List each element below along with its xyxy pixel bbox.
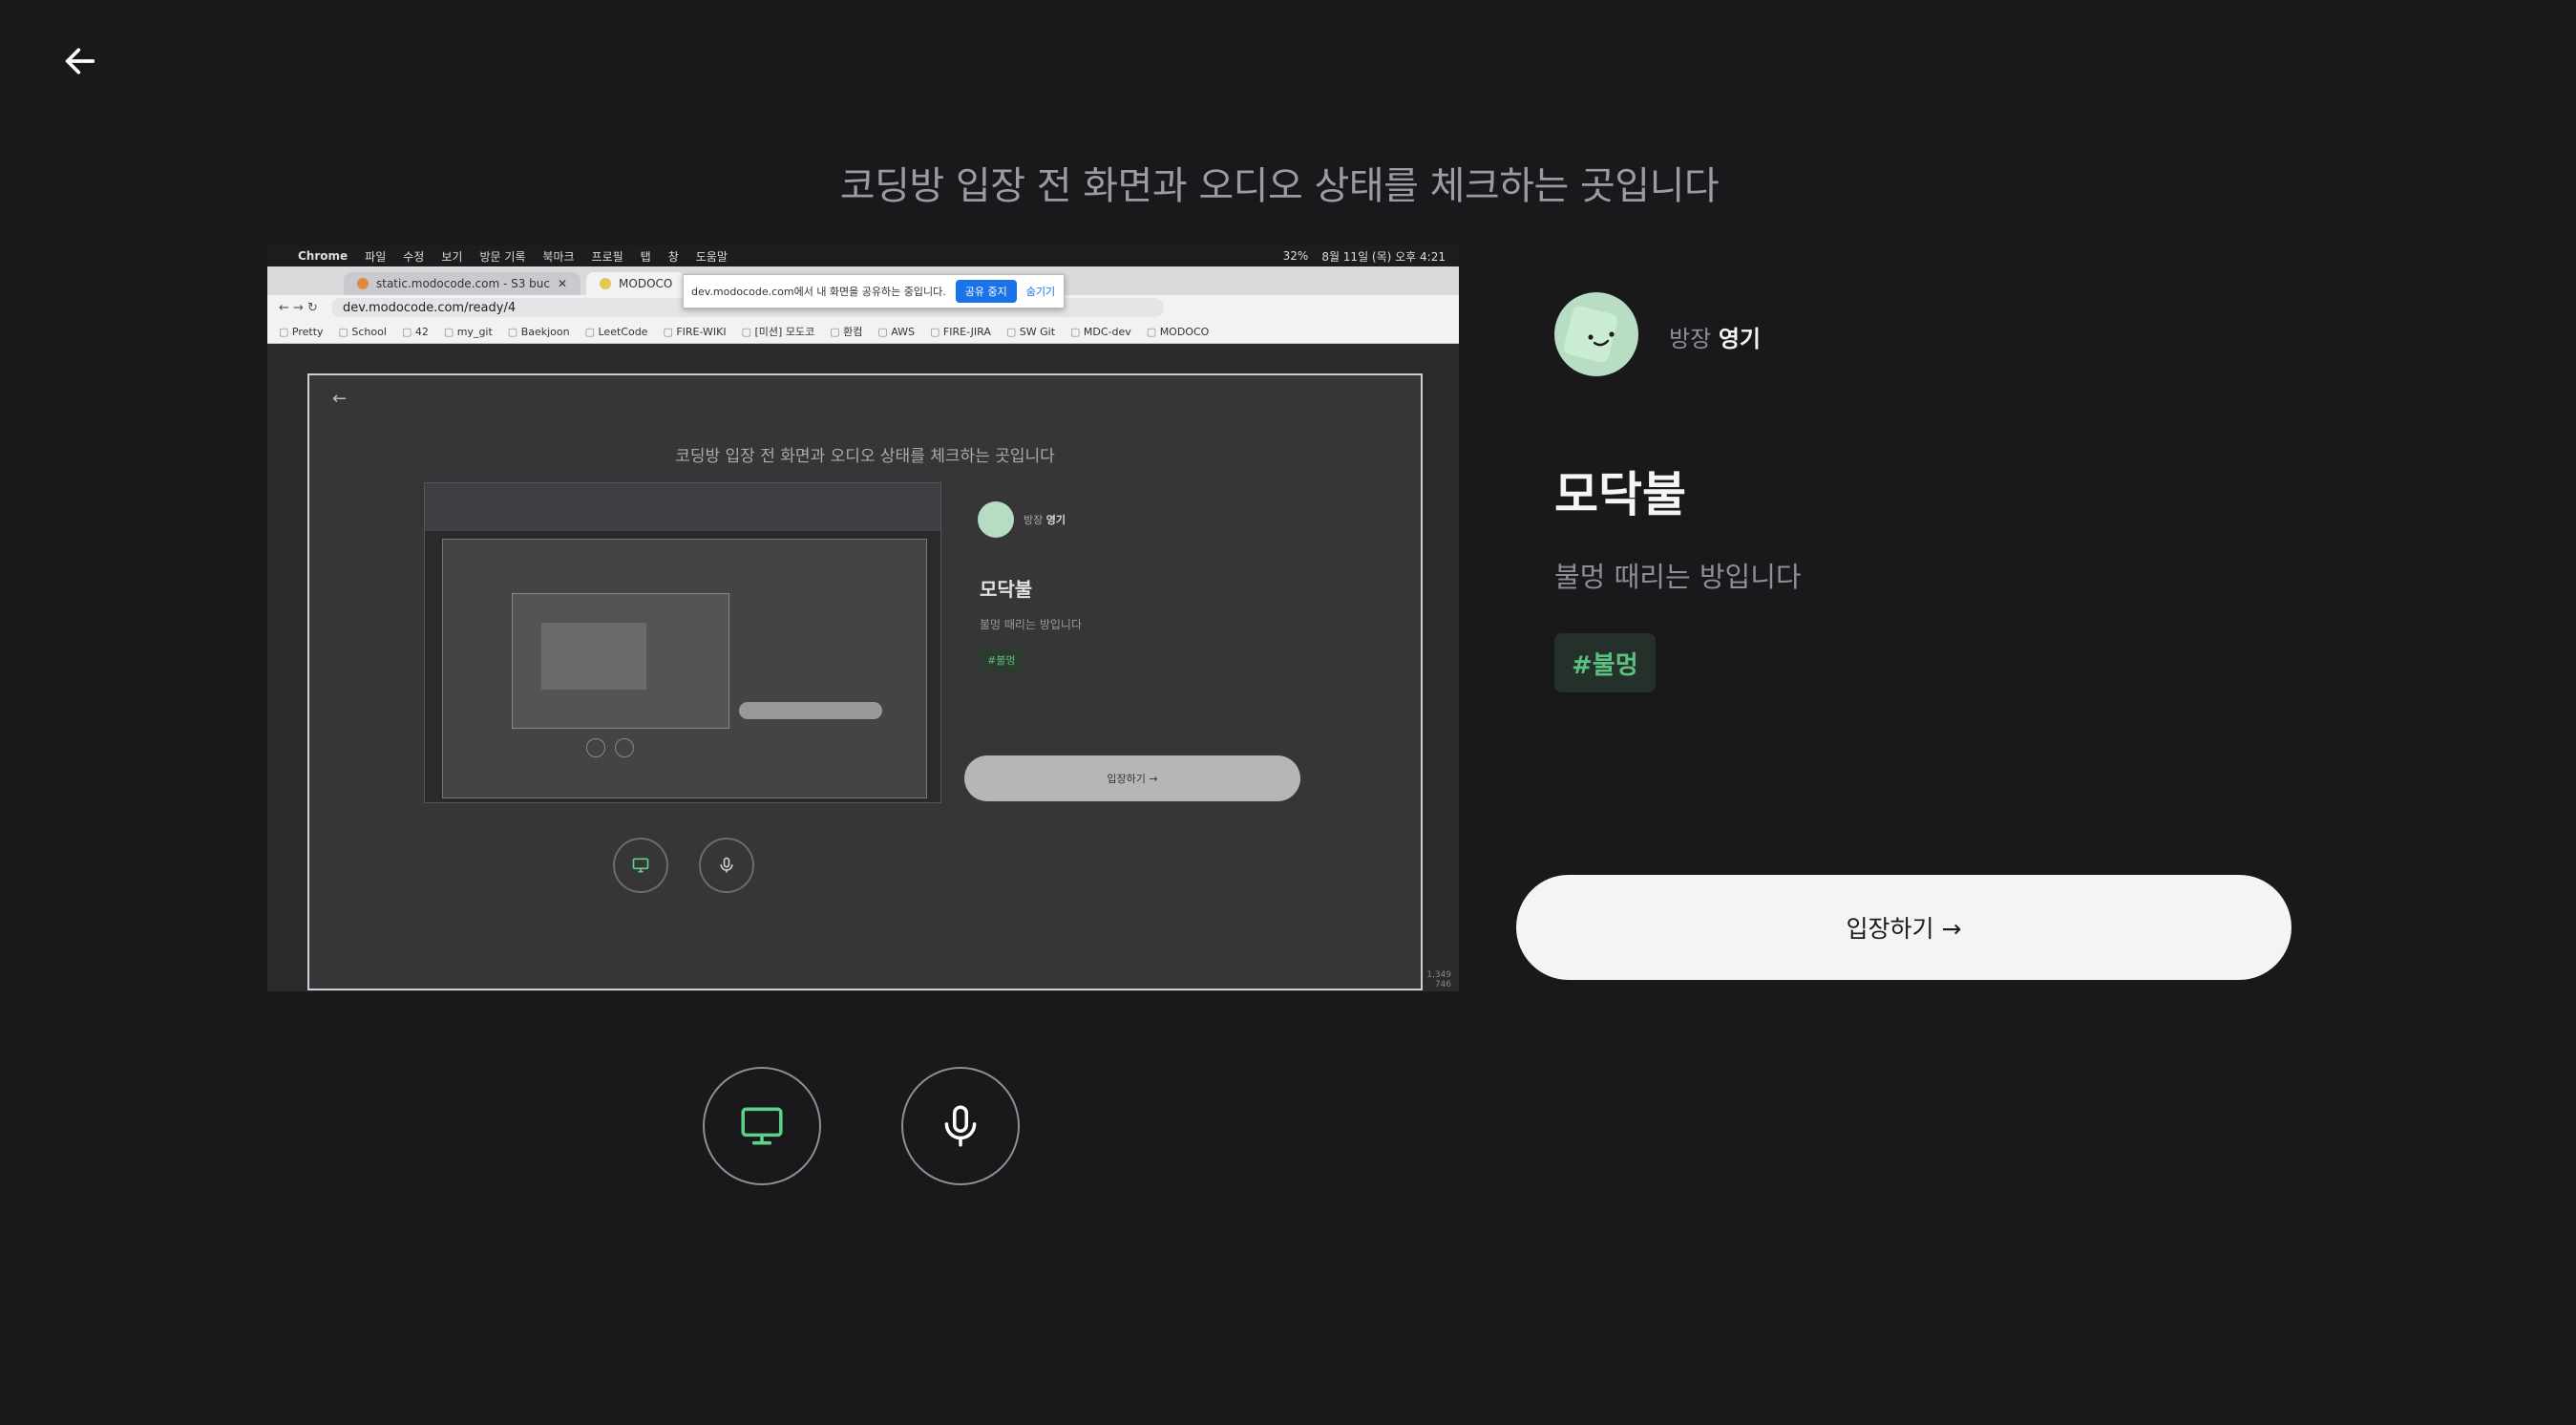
inner-host-name: 영기 bbox=[1045, 514, 1066, 526]
mac-menubar: Chrome 파일 수정 보기 방문 기록 북마크 프로필 탭 창 도움말 32… bbox=[267, 245, 1459, 266]
clock-text: 8월 11일 (목) 오후 4:21 bbox=[1321, 249, 1446, 264]
room-name: 모닥불 bbox=[1554, 467, 1686, 522]
host-name: 영기 bbox=[1718, 326, 1761, 352]
screen-preview: Chrome 파일 수정 보기 방문 기록 북마크 프로필 탭 창 도움말 32… bbox=[267, 245, 1459, 991]
inner-tag: #불멍 bbox=[980, 647, 1024, 673]
menu-item: 보기 bbox=[441, 249, 463, 264]
screen-share-toggle[interactable] bbox=[703, 1067, 821, 1185]
inner-screenshot bbox=[424, 482, 941, 803]
host-avatar bbox=[1554, 292, 1638, 376]
menubar-app: Chrome bbox=[298, 249, 348, 263]
menu-item: 수정 bbox=[403, 249, 425, 264]
resolution-height: 746 bbox=[1434, 980, 1451, 989]
menu-item: 도움말 bbox=[695, 249, 728, 264]
battery-text: 32% bbox=[1282, 249, 1309, 263]
inner-page: ← 코딩방 입장 전 화면과 오디오 상태를 체크하는 곳입니다 방장 영기 모… bbox=[307, 373, 1423, 990]
inner-back-icon: ← bbox=[332, 389, 348, 409]
room-description: 불멍 때리는 방입니다 bbox=[1554, 561, 1802, 593]
bookmark: School bbox=[339, 326, 387, 338]
inner-monitor-icon bbox=[613, 838, 668, 893]
bookmark: FIRE-JIRA bbox=[930, 326, 991, 338]
inner-host: 방장 영기 bbox=[978, 501, 1066, 538]
bookmark: Pretty bbox=[279, 326, 324, 338]
monitor-icon bbox=[741, 1107, 783, 1145]
bookmark: 환컴 bbox=[830, 324, 862, 339]
inner-room-name: 모닥불 bbox=[980, 578, 1033, 601]
share-popup: dev.modocode.com에서 내 화면을 공유하는 중입니다. 공유 중… bbox=[683, 274, 1065, 308]
inner-microphone-icon bbox=[699, 838, 754, 893]
microphone-toggle[interactable] bbox=[901, 1067, 1020, 1185]
bookmark: FIRE-WIKI bbox=[663, 326, 726, 338]
enter-room-button[interactable]: 입장하기 → bbox=[1516, 875, 2291, 980]
stop-sharing-button: 공유 중지 bbox=[955, 280, 1017, 303]
bookmark: my_git bbox=[444, 326, 493, 338]
hide-button: 숨기기 bbox=[1025, 286, 1056, 298]
bookmark: 42 bbox=[402, 326, 429, 338]
room-tag: #불멍 bbox=[1554, 633, 1656, 692]
share-message: dev.modocode.com에서 내 화면을 공유하는 중입니다. bbox=[691, 286, 946, 298]
browser-tab: static.modocode.com - S3 buc ✕ bbox=[344, 272, 581, 295]
bookmark: AWS bbox=[877, 326, 915, 338]
inner-avatar bbox=[978, 501, 1014, 538]
inner-title: 코딩방 입장 전 화면과 오디오 상태를 체크하는 곳입니다 bbox=[675, 447, 1055, 466]
host-label-text: 방장 bbox=[1669, 326, 1712, 352]
inner-enter-button: 입장하기 → bbox=[964, 755, 1300, 801]
menu-item: 북마크 bbox=[542, 249, 575, 264]
tab-label: static.modocode.com - S3 buc bbox=[376, 277, 550, 290]
avatar-face-icon bbox=[1564, 306, 1617, 363]
arrow-left-icon bbox=[65, 48, 95, 74]
resolution-width: 1,349 bbox=[1426, 970, 1451, 980]
menu-item: 프로필 bbox=[591, 249, 623, 264]
tab-label: MODOCO bbox=[619, 277, 673, 290]
bookmark: SW Git bbox=[1006, 326, 1055, 338]
inner-host-label: 방장 bbox=[1024, 514, 1044, 526]
menu-item: 창 bbox=[667, 249, 679, 264]
browser-tabs: static.modocode.com - S3 buc ✕ MODOCO de… bbox=[267, 266, 1459, 308]
microphone-icon bbox=[944, 1105, 977, 1147]
bookmarks-bar: Pretty School 42 my_git Baekjoon LeetCod… bbox=[267, 320, 1459, 344]
bookmark: LeetCode bbox=[585, 326, 648, 338]
nav-arrows-icon: ← → ↻ bbox=[279, 300, 318, 315]
host-label: 방장 영기 bbox=[1669, 320, 1761, 353]
browser-tab-active: MODOCO bbox=[586, 272, 686, 295]
menu-item: 방문 기록 bbox=[479, 249, 526, 264]
menu-item: 파일 bbox=[365, 249, 387, 264]
page-title: 코딩방 입장 전 화면과 오디오 상태를 체크하는 곳입니다 bbox=[839, 164, 1720, 208]
bookmark: MODOCO bbox=[1147, 326, 1210, 338]
menu-item: 탭 bbox=[640, 249, 651, 264]
back-button[interactable] bbox=[55, 36, 105, 86]
url-text: dev.modocode.com/ready/4 bbox=[342, 300, 517, 315]
favicon-icon bbox=[600, 278, 612, 289]
resolution-label: 1,349 746 bbox=[1426, 970, 1451, 989]
bookmark: [미션] 모도코 bbox=[742, 324, 815, 339]
bookmark: Baekjoon bbox=[508, 326, 570, 338]
bookmark: MDC-dev bbox=[1070, 326, 1131, 338]
inner-room-desc: 불멍 때리는 방입니다 bbox=[980, 618, 1082, 631]
favicon-icon bbox=[357, 278, 369, 289]
